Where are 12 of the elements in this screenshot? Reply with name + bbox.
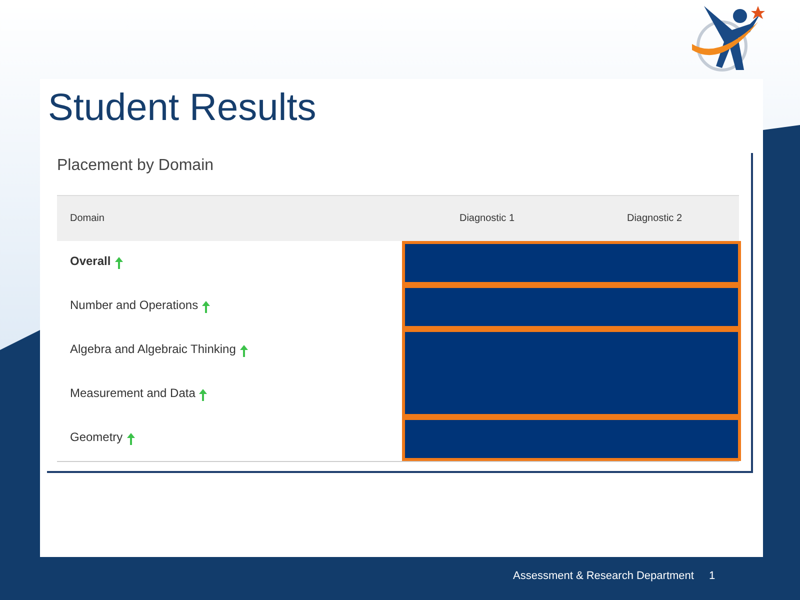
- slide-title: Student Results: [48, 89, 318, 127]
- domain-label: Geometry: [70, 429, 123, 446]
- card-title: Placement by Domain: [57, 156, 215, 176]
- domain-label: Measurement and Data: [70, 385, 196, 402]
- column-header: Diagnostic 2: [626, 212, 682, 226]
- column-header: Domain: [70, 212, 104, 226]
- domain-label: Number and Operations: [70, 297, 198, 314]
- column-header: Diagnostic 1: [459, 212, 515, 226]
- domain-label: Overall: [70, 253, 111, 270]
- page-number: 1: [709, 569, 716, 584]
- domain-label: Algebra and Algebraic Thinking: [70, 341, 236, 358]
- footer-text: Assessment & Research Department: [513, 569, 694, 584]
